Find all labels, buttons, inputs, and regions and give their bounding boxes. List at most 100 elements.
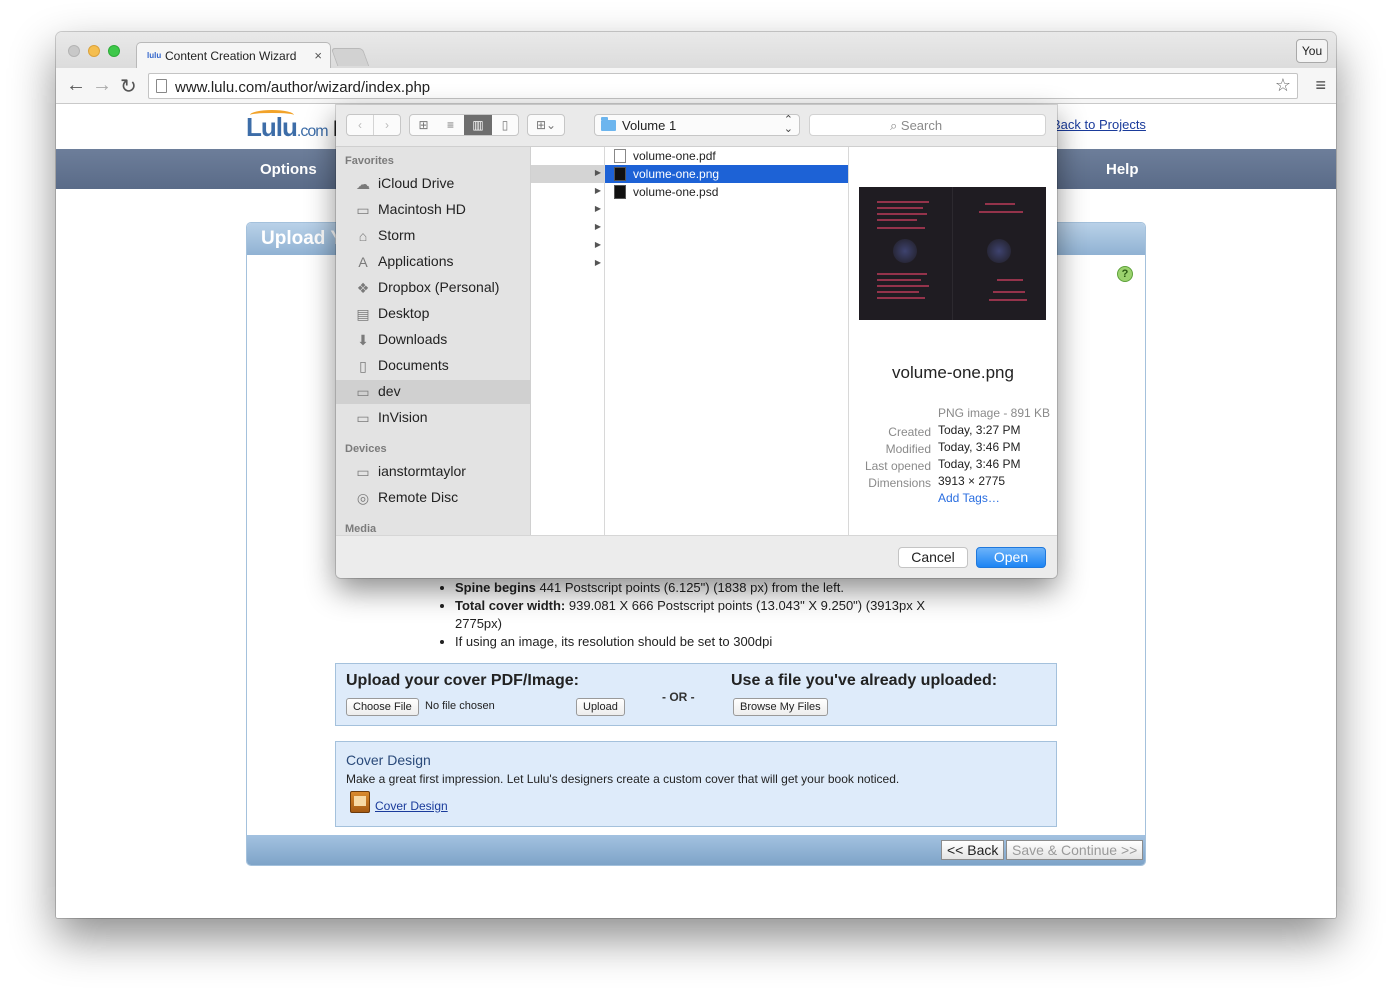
file-row-png[interactable]: volume-one.png [605, 165, 848, 183]
new-tab-button[interactable] [330, 48, 370, 66]
open-button[interactable]: Open [976, 547, 1046, 568]
search-input[interactable]: ⌕ Search [809, 114, 1046, 136]
add-tags-link[interactable]: Add Tags… [938, 491, 1000, 505]
disc-icon: ◎ [356, 490, 370, 506]
list-item[interactable]: ▶ [531, 201, 604, 219]
sidebar-item-desktop[interactable]: ▤ Desktop [336, 302, 530, 326]
hard-drive-icon: ▭ [356, 202, 370, 218]
media-header: Media [345, 523, 377, 535]
created-label: Created [888, 425, 931, 439]
last-opened-value: Today, 3:46 PM [938, 457, 1021, 471]
preview-file-type: PNG image - 891 KB [938, 406, 1051, 420]
folder-icon [601, 117, 616, 131]
dropbox-icon: ❖ [356, 280, 370, 296]
close-window-button[interactable] [68, 45, 80, 57]
icon-view-icon[interactable]: ⊞ [410, 115, 437, 135]
chevron-right-icon[interactable]: › [374, 115, 400, 135]
file-preview-pane: volume-one.png PNG image - 891 KB Create… [849, 147, 1057, 535]
cover-design-icon[interactable] [350, 791, 370, 813]
back-forward-buttons: ‹ › [346, 114, 401, 136]
or-separator: - OR - [662, 690, 695, 704]
url-text[interactable]: www.lulu.com/author/wizard/index.php [175, 79, 430, 96]
location-popup[interactable]: Volume 1 ⌃ ⌄ [594, 114, 800, 136]
folder-icon: ▭ [356, 384, 370, 400]
arrange-button[interactable]: ⊞⌄ [527, 114, 565, 136]
forward-arrow-icon[interactable]: → [92, 74, 112, 97]
help-icon[interactable]: ? [1117, 266, 1133, 282]
disclosure-triangle-icon: ▶ [594, 222, 601, 231]
sidebar-item-storm[interactable]: ⌂ Storm [336, 224, 530, 248]
sidebar-item-dev[interactable]: ▭ dev [336, 380, 530, 404]
browser-tab[interactable]: lulu Content Creation Wizard × [136, 42, 331, 68]
minimize-window-button[interactable] [88, 45, 100, 57]
list-item[interactable]: ▶ [531, 219, 604, 237]
tab-title: Content Creation Wizard [165, 49, 297, 63]
image-thumbnail [859, 187, 1046, 320]
choose-file-button[interactable]: Choose File [346, 698, 419, 716]
created-value: Today, 3:27 PM [938, 423, 1021, 437]
disclosure-triangle-icon: ▶ [594, 168, 601, 177]
cover-flow-icon[interactable]: ▯ [492, 115, 518, 135]
devices-header: Devices [345, 443, 387, 455]
upload-box: Upload your cover PDF/Image: Choose File… [335, 663, 1057, 726]
address-bar[interactable]: www.lulu.com/author/wizard/index.php ☆ [148, 73, 1298, 99]
sidebar-item-downloads[interactable]: ⬇ Downloads [336, 328, 530, 352]
documents-icon: ▯ [359, 358, 367, 374]
sidebar-item-invision[interactable]: ▭ InVision [336, 406, 530, 430]
sidebar-item-documents[interactable]: ▯ Documents [336, 354, 530, 378]
maximize-window-button[interactable] [108, 45, 120, 57]
upload-button[interactable]: Upload [576, 698, 625, 716]
nav-options[interactable]: Options [260, 161, 317, 178]
disclosure-triangle-icon: ▶ [594, 258, 601, 267]
profile-button[interactable]: You [1296, 39, 1328, 63]
browse-files-button[interactable]: Browse My Files [733, 698, 828, 716]
list-item: Spine begins 441 Postscript points (6.12… [455, 579, 957, 597]
cloud-icon: ☁ [356, 176, 370, 192]
lulu-favicon-icon: lulu [147, 51, 162, 60]
list-item[interactable]: ▶ [531, 165, 604, 183]
save-continue-button[interactable]: Save & Continue >> [1006, 840, 1144, 860]
page-icon [156, 79, 167, 93]
list-item[interactable]: ▶ [531, 255, 604, 273]
file-row-pdf[interactable]: volume-one.pdf [605, 147, 848, 165]
dimensions-label: Dimensions [868, 476, 931, 490]
pdf-file-icon [614, 149, 626, 163]
search-placeholder: ⌕ Search [890, 118, 943, 133]
cover-design-link[interactable]: Cover Design [375, 799, 448, 813]
parent-folder-column: ▶ ▶ ▶ ▶ ▶ ▶ [531, 147, 605, 535]
tab-close-icon[interactable]: × [314, 48, 322, 63]
lulu-logo[interactable]: Lulu.com [246, 110, 329, 143]
cover-design-heading: Cover Design [346, 752, 431, 768]
view-mode-buttons: ⊞ ≡ ▥ ▯ [409, 114, 519, 136]
reload-icon[interactable]: ↻ [120, 74, 137, 99]
back-button[interactable]: << Back [941, 840, 1005, 860]
sidebar-item-remote-disc[interactable]: ◎ Remote Disc [336, 486, 530, 510]
list-view-icon[interactable]: ≡ [437, 115, 464, 135]
sidebar-item-icloud-drive[interactable]: ☁ iCloud Drive [336, 172, 530, 196]
sidebar-item-applications[interactable]: A Applications [336, 250, 530, 274]
chevron-left-icon[interactable]: ‹ [347, 115, 374, 135]
column-view-icon[interactable]: ▥ [464, 115, 492, 135]
sidebar-item-macintosh-hd[interactable]: ▭ Macintosh HD [336, 198, 530, 222]
sidebar-item-dropbox[interactable]: ❖ Dropbox (Personal) [336, 276, 530, 300]
cover-design-box: Cover Design Make a great first impressi… [335, 741, 1057, 827]
list-item: Total cover width: 939.081 X 666 Postscr… [455, 597, 957, 633]
bookmark-star-icon[interactable]: ☆ [1275, 75, 1291, 96]
psd-file-icon [614, 185, 626, 199]
file-row-psd[interactable]: volume-one.psd [605, 183, 848, 201]
nav-help[interactable]: Help [1106, 161, 1139, 178]
disclosure-triangle-icon: ▶ [594, 186, 601, 195]
cancel-button[interactable]: Cancel [898, 547, 968, 568]
favorites-header: Favorites [345, 155, 394, 167]
back-to-projects-link[interactable]: Back to Projects [1052, 117, 1146, 132]
location-name: Volume 1 [622, 118, 677, 133]
back-arrow-icon[interactable]: ← [66, 74, 86, 97]
file-column: volume-one.pdf volume-one.png volume-one… [605, 147, 849, 535]
browser-menu-icon[interactable]: ≡ [1315, 75, 1326, 96]
applications-icon: A [358, 254, 368, 270]
sidebar-item-ianstormtaylor[interactable]: ▭ ianstormtaylor [336, 460, 530, 484]
list-item[interactable]: ▶ [531, 237, 604, 255]
arrange-grid-icon: ⊞⌄ [535, 118, 557, 132]
list-item[interactable]: ▶ [531, 183, 604, 201]
popup-arrows-icon: ⌃ ⌄ [783, 114, 793, 135]
